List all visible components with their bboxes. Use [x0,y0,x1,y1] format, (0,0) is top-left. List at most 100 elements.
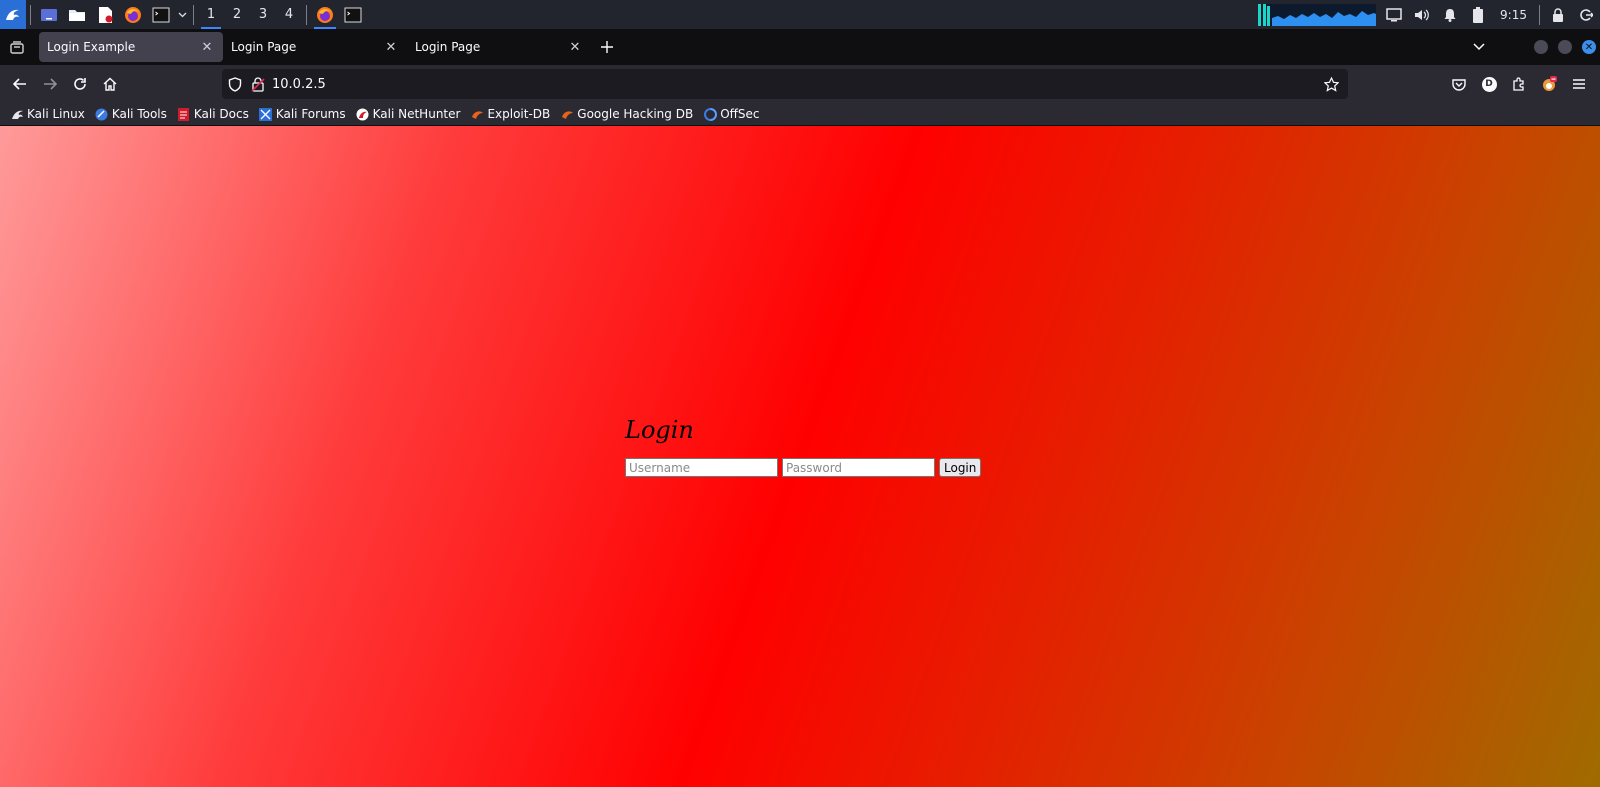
star-icon [1323,76,1339,92]
lock-icon [1553,7,1563,22]
tab-login-example[interactable]: Login Example ✕ [39,32,223,62]
tracking-protection-button[interactable] [222,69,248,99]
close-icon: ✕ [385,39,397,55]
launcher-firefox[interactable] [119,0,147,29]
new-tab-button[interactable] [591,32,623,62]
tray-lock-screen[interactable] [1544,0,1572,29]
app-menu-button[interactable] [1564,69,1594,99]
bookmark-kali-docs[interactable]: Kali Docs [177,107,249,121]
site-info-button[interactable] [248,69,268,99]
reload-icon [74,78,86,90]
url-text[interactable]: 10.0.2.5 [268,77,1318,92]
window-controls: ✕ [1463,29,1600,65]
bookmark-label: Kali Linux [27,107,85,121]
panel-separator [193,4,194,25]
launcher-desktop[interactable] [35,0,63,29]
reload-button[interactable] [65,69,95,99]
home-icon [103,77,117,91]
password-input[interactable] [782,458,935,477]
tab-close-button[interactable]: ✕ [567,39,583,55]
login-button[interactable]: Login [939,458,982,477]
close-icon: ✕ [569,39,581,55]
bookmark-star-button[interactable] [1318,69,1344,99]
tab-close-button[interactable]: ✕ [199,39,215,55]
desktop-top-panel: 1 2 3 4 9:15 [0,0,1600,29]
tray-volume[interactable] [1408,0,1436,29]
window-close-button[interactable]: ✕ [1582,40,1596,54]
cpu-graph [1258,3,1377,26]
taskbar-firefox-window[interactable] [311,0,339,29]
extension-foxyproxy-button[interactable] [1534,69,1564,99]
tab-close-button[interactable]: ✕ [383,39,399,55]
cpu-graph-icon [1258,3,1377,26]
kali-dragon-icon [10,107,24,121]
hamburger-menu-icon [1573,79,1585,89]
window-minimize-button[interactable] [1534,40,1548,54]
workspace-4[interactable]: 4 [276,0,302,29]
tab-login-page-1[interactable]: Login Page ✕ [223,32,407,62]
bookmarks-toolbar: Kali Linux Kali Tools Kali Docs Kali For… [0,103,1600,126]
bookmark-kali-nethunter[interactable]: Kali NetHunter [356,107,461,121]
forward-button[interactable] [35,69,65,99]
tab-login-page-2[interactable]: Login Page ✕ [407,32,591,62]
workspace-label: 4 [284,7,294,22]
pocket-button[interactable] [1444,69,1474,99]
username-input[interactable] [625,458,778,477]
show-desktop-icon [41,8,57,21]
volume-icon [1415,9,1429,20]
tray-display[interactable] [1380,0,1408,29]
offsec-icon [703,107,717,121]
kali-docs-icon [177,107,191,121]
pocket-icon [1452,78,1466,91]
panel-clock[interactable]: 9:15 [1492,8,1535,22]
launcher-terminal[interactable] [147,0,175,29]
kali-tools-icon [95,107,109,121]
extensions-button[interactable] [1504,69,1534,99]
terminal-icon [344,7,362,22]
bookmark-google-hacking-db[interactable]: Google Hacking DB [560,107,693,121]
bookmark-exploit-db[interactable]: Exploit-DB [470,107,550,121]
launcher-dropdown[interactable] [175,0,189,29]
tray-notifications[interactable] [1436,0,1464,29]
launcher-text-editor[interactable] [91,0,119,29]
panel-separator [30,4,31,25]
account-button[interactable]: D [1474,69,1504,99]
plus-icon [601,41,613,53]
panel-separator [306,4,307,25]
chevron-down-icon [178,12,186,17]
home-button[interactable] [95,69,125,99]
tray-battery[interactable] [1464,0,1492,29]
battery-icon [1473,6,1484,23]
firefox-view-icon [10,40,24,54]
terminal-icon [152,7,170,22]
kali-forums-icon [259,107,273,121]
workspace-3[interactable]: 3 [250,0,276,29]
exploit-db-icon [470,107,484,121]
shield-icon [228,76,242,92]
window-maximize-button[interactable] [1558,40,1572,54]
launcher-file-manager[interactable] [63,0,91,29]
text-editor-icon [99,6,113,23]
bookmark-kali-tools[interactable]: Kali Tools [95,107,167,121]
back-button[interactable] [5,69,35,99]
firefox-icon [125,6,141,23]
bookmark-label: Kali NetHunter [372,107,461,121]
tab-label: Login Example [47,40,136,54]
bookmark-label: Google Hacking DB [577,107,694,121]
bookmark-kali-linux[interactable]: Kali Linux [10,107,85,121]
list-all-tabs-button[interactable] [1463,32,1495,62]
firefox-view-button[interactable] [1,32,33,62]
workspace-1[interactable]: 1 [198,0,224,29]
taskbar-terminal-window[interactable] [339,0,367,29]
workspace-2[interactable]: 2 [224,0,250,29]
bookmark-kali-forums[interactable]: Kali Forums [259,107,346,121]
bookmark-offsec[interactable]: OffSec [703,107,760,121]
panel-separator [1539,4,1540,25]
workspace-label: 2 [232,7,242,22]
tray-logout[interactable] [1572,0,1600,29]
system-tray: 9:15 [1258,0,1600,29]
bell-icon [1444,8,1456,22]
kali-menu-button[interactable] [0,0,26,29]
bookmark-label: Exploit-DB [487,107,551,121]
address-bar[interactable]: 10.0.2.5 [222,69,1348,99]
